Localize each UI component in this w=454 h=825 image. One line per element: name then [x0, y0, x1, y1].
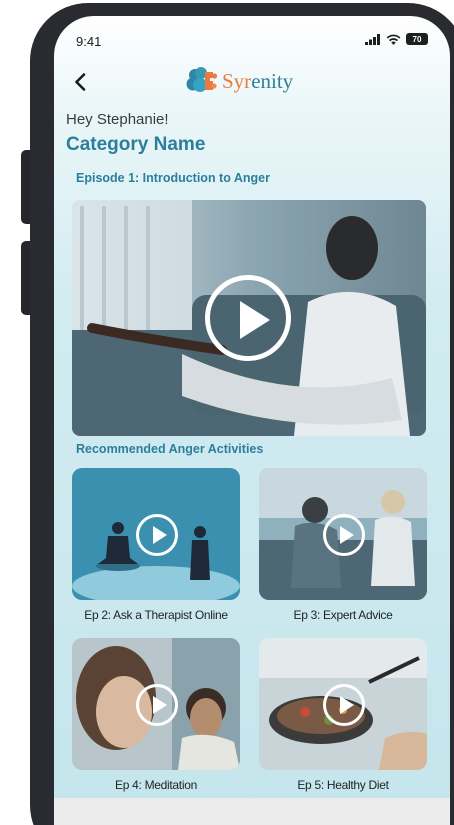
- recommended-label: Recommended Anger Activities: [76, 442, 264, 456]
- status-time: 9:41: [76, 34, 102, 49]
- category-title: Category Name: [66, 134, 206, 155]
- status-bar: 9:41 70: [54, 16, 450, 56]
- battery-icon: 70: [406, 33, 428, 45]
- activity-caption: Ep 4: Meditation: [115, 778, 197, 792]
- activity-card[interactable]: Ep 2: Ask a Therapist Online: [72, 468, 240, 622]
- status-icons: 70: [365, 33, 428, 45]
- activity-card[interactable]: Ep 5: Healthy Diet: [259, 638, 427, 792]
- play-icon[interactable]: [323, 684, 365, 726]
- activity-card[interactable]: Ep 3: Expert Advice: [259, 468, 427, 622]
- signal-icon: [365, 33, 380, 45]
- play-icon[interactable]: [136, 514, 178, 556]
- logo-text: Syrenity: [222, 68, 294, 93]
- play-icon[interactable]: [323, 514, 365, 556]
- brain-puzzle-icon: [186, 67, 218, 92]
- back-button[interactable]: [66, 68, 94, 96]
- greeting: Hey Stephanie!: [66, 111, 169, 128]
- phone-screen: 9:41 70 Syrenity Hey Stephanie! Category…: [54, 16, 450, 825]
- wifi-icon: [386, 34, 401, 45]
- activity-caption: Ep 2: Ask a Therapist Online: [84, 608, 228, 622]
- bottom-bar: [54, 798, 450, 825]
- activity-caption: Ep 3: Expert Advice: [293, 608, 393, 622]
- featured-video[interactable]: [72, 200, 426, 436]
- featured-episode-title: Episode 1: Introduction to Anger: [76, 171, 270, 185]
- app-logo: Syrenity: [186, 66, 293, 96]
- nav-header: Syrenity: [54, 66, 450, 106]
- app-screenshot: 9:41 70 Syrenity Hey Stephanie! Category…: [0, 0, 454, 825]
- play-icon[interactable]: [205, 275, 291, 361]
- play-icon[interactable]: [136, 684, 178, 726]
- activity-caption: Ep 5: Healthy Diet: [297, 778, 389, 792]
- activity-card[interactable]: Ep 4: Meditation: [72, 638, 240, 792]
- chevron-left-icon: [75, 73, 86, 91]
